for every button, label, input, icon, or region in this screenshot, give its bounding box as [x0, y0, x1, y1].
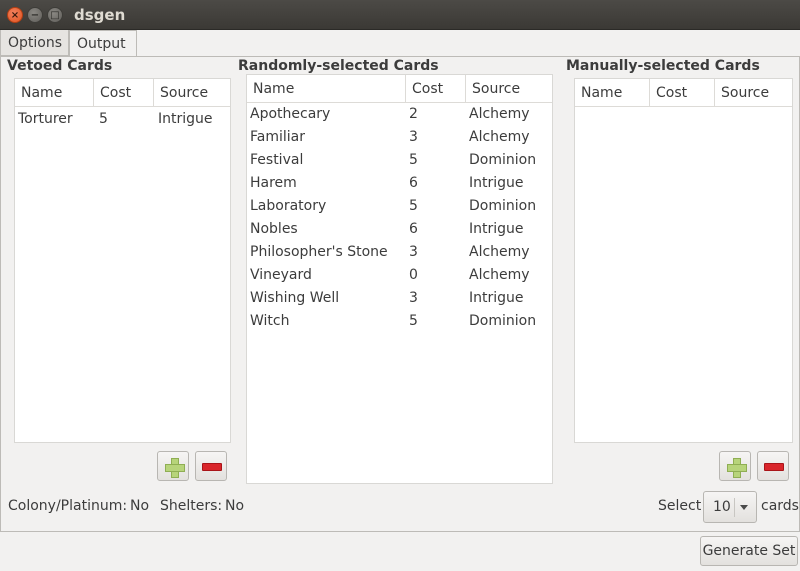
remove-manual-button[interactable] [757, 451, 789, 481]
card-count-select[interactable]: 10 [703, 491, 757, 523]
cell-cost: 0 [409, 267, 418, 283]
cell-name: Torturer [18, 111, 73, 127]
column-header-source[interactable]: Source [154, 79, 230, 107]
table-row[interactable]: Torturer 5 Intrigue [15, 108, 230, 131]
title-bar: × − □ dsgen [0, 0, 800, 30]
cell-cost: 6 [409, 221, 418, 237]
cell-source: Alchemy [469, 244, 530, 260]
add-icon [726, 457, 747, 478]
cell-name: Familiar [250, 129, 305, 145]
cell-source: Alchemy [469, 129, 530, 145]
window-title: dsgen [74, 6, 126, 24]
add-icon [164, 457, 185, 478]
column-header-name[interactable]: Name [247, 75, 406, 103]
cell-cost: 5 [409, 152, 418, 168]
cell-name: Vineyard [250, 267, 312, 283]
cell-name: Laboratory [250, 198, 327, 214]
random-cards-title: Randomly-selected Cards [238, 58, 439, 74]
manual-cards-list[interactable]: Name Cost Source [574, 78, 793, 443]
cell-cost: 3 [409, 129, 418, 145]
table-row[interactable]: Philosopher's Stone 3 Alchemy [247, 241, 552, 264]
select-count-suffix: cards [761, 498, 799, 514]
column-header-name[interactable]: Name [15, 79, 94, 107]
remove-vetoed-button[interactable] [195, 451, 227, 481]
cell-source: Intrigue [158, 111, 213, 127]
table-row[interactable]: Festival 5 Dominion [247, 149, 552, 172]
cell-cost: 2 [409, 106, 418, 122]
table-row[interactable]: Witch 5 Dominion [247, 310, 552, 333]
table-row[interactable]: Laboratory 5 Dominion [247, 195, 552, 218]
column-header-cost[interactable]: Cost [650, 79, 715, 107]
cell-source: Intrigue [469, 290, 524, 306]
colony-platinum-value: No [130, 498, 150, 514]
generate-set-button[interactable]: Generate Set [700, 536, 798, 566]
cell-cost: 3 [409, 290, 418, 306]
random-header: Name Cost Source [247, 75, 552, 103]
cell-name: Wishing Well [250, 290, 340, 306]
shelters-label: Shelters: [160, 498, 223, 514]
add-manual-button[interactable] [719, 451, 751, 481]
cell-cost: 5 [409, 198, 418, 214]
column-header-cost[interactable]: Cost [94, 79, 154, 107]
table-row[interactable]: Harem 6 Intrigue [247, 172, 552, 195]
vetoed-cards-list[interactable]: Name Cost Source Torturer 5 Intrigue [14, 78, 231, 443]
select-divider [734, 498, 735, 517]
cell-name: Philosopher's Stone [250, 244, 388, 260]
chevron-down-icon [740, 505, 748, 510]
cell-source: Alchemy [469, 267, 530, 283]
remove-icon [764, 463, 784, 471]
cell-cost: 5 [409, 313, 418, 329]
maximize-icon[interactable]: □ [47, 7, 63, 23]
card-count-value: 10 [713, 499, 731, 515]
cell-name: Apothecary [250, 106, 331, 122]
cell-source: Alchemy [469, 106, 530, 122]
column-header-cost[interactable]: Cost [406, 75, 466, 103]
close-icon[interactable]: × [7, 7, 23, 23]
cell-source: Intrigue [469, 221, 524, 237]
cell-cost: 3 [409, 244, 418, 260]
manual-header: Name Cost Source [575, 79, 792, 107]
select-count-prefix: Select [658, 498, 702, 514]
cell-name: Harem [250, 175, 297, 191]
cell-name: Festival [250, 152, 304, 168]
cell-name: Nobles [250, 221, 298, 237]
tab-output[interactable]: Output [69, 30, 137, 57]
table-row[interactable]: Vineyard 0 Alchemy [247, 264, 552, 287]
colony-platinum-label: Colony/Platinum: [8, 498, 128, 514]
table-row[interactable]: Apothecary 2 Alchemy [247, 103, 552, 126]
add-vetoed-button[interactable] [157, 451, 189, 481]
minimize-icon[interactable]: − [27, 7, 43, 23]
column-header-name[interactable]: Name [575, 79, 650, 107]
column-header-source[interactable]: Source [466, 75, 552, 103]
cell-source: Dominion [469, 313, 537, 329]
cell-cost: 5 [99, 111, 108, 127]
table-row[interactable]: Nobles 6 Intrigue [247, 218, 552, 241]
vetoed-header: Name Cost Source [15, 79, 230, 107]
manual-cards-title: Manually-selected Cards [566, 58, 760, 74]
vetoed-cards-title: Vetoed Cards [7, 58, 113, 74]
remove-icon [202, 463, 222, 471]
cell-source: Dominion [469, 152, 537, 168]
table-row[interactable]: Familiar 3 Alchemy [247, 126, 552, 149]
tab-options[interactable]: Options [0, 30, 69, 56]
random-cards-list[interactable]: Name Cost Source Apothecary 2 Alchemy Fami… [246, 74, 553, 484]
shelters-value: No [225, 498, 245, 514]
cell-cost: 6 [409, 175, 418, 191]
table-row[interactable]: Wishing Well 3 Intrigue [247, 287, 552, 310]
column-header-source[interactable]: Source [715, 79, 792, 107]
cell-name: Witch [250, 313, 290, 329]
cell-source: Intrigue [469, 175, 524, 191]
cell-source: Dominion [469, 198, 537, 214]
